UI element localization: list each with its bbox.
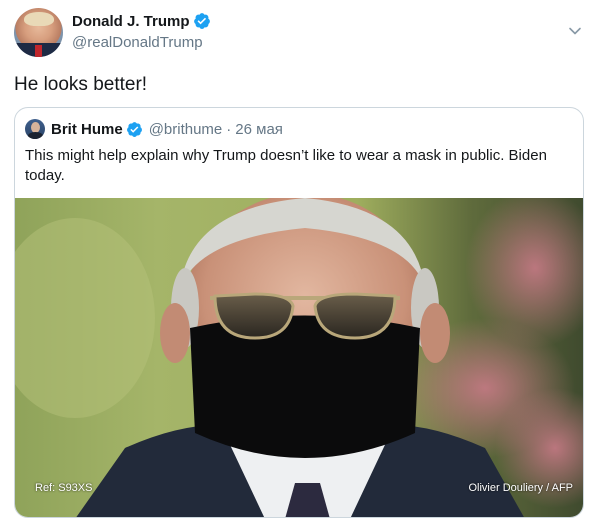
tweet-text: He looks better! bbox=[14, 74, 148, 95]
quoted-author-handle[interactable]: @brithume bbox=[149, 121, 223, 138]
quoted-author-avatar[interactable] bbox=[25, 119, 45, 139]
chevron-down-icon[interactable] bbox=[568, 24, 582, 38]
photo-credit-caption: Olivier Douliery / AFP bbox=[468, 482, 573, 494]
photo-illustration bbox=[15, 198, 583, 517]
photo-ref-caption: Ref: S93XS bbox=[35, 482, 93, 494]
author-avatar[interactable] bbox=[14, 8, 63, 57]
quoted-tweet-text: This might help explain why Trump doesn’… bbox=[25, 147, 547, 184]
quoted-tweet-header: Brit Hume @brithume · 26 мая bbox=[25, 119, 283, 139]
quoted-tweet[interactable]: Brit Hume @brithume · 26 мая This might … bbox=[14, 107, 584, 518]
quoted-tweet-date[interactable]: 26 мая bbox=[235, 121, 283, 138]
author-name-row: Donald J. Trump bbox=[72, 12, 211, 30]
verified-badge-icon bbox=[193, 13, 210, 29]
tweet-card: Donald J. Trump @realDonaldTrump He look… bbox=[0, 0, 607, 529]
quoted-author-name[interactable]: Brit Hume bbox=[51, 121, 123, 138]
verified-badge-icon bbox=[126, 121, 142, 137]
author-display-name[interactable]: Donald J. Trump bbox=[72, 13, 190, 30]
separator-dot: · bbox=[226, 120, 232, 138]
author-handle[interactable]: @realDonaldTrump bbox=[72, 34, 203, 51]
quoted-tweet-photo[interactable]: Ref: S93XS Olivier Douliery / AFP bbox=[15, 198, 583, 517]
